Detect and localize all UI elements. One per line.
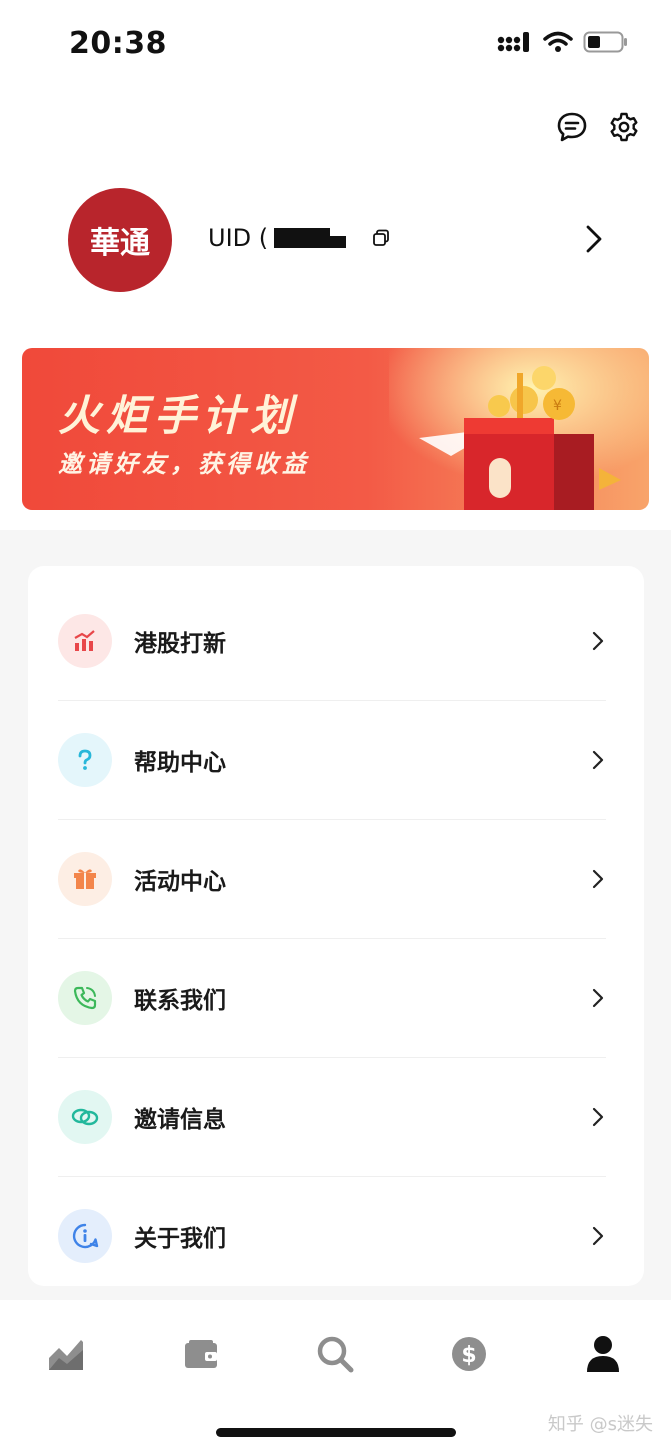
menu-label-invite: 邀请信息 bbox=[134, 1107, 226, 1133]
gift-box-coins-illustration: ¥ bbox=[389, 348, 649, 510]
uid-label: UID ( bbox=[208, 224, 269, 252]
banner-subtitle: 邀请好友，获得收益 bbox=[58, 450, 310, 478]
cellular-signal-icon bbox=[497, 32, 529, 52]
status-icons bbox=[497, 30, 629, 54]
nav-wallet[interactable] bbox=[181, 1334, 221, 1374]
menu-item-ipo[interactable]: 港股打新 bbox=[58, 582, 608, 700]
status-bar: 20:38 bbox=[0, 0, 671, 90]
chevron-right-icon bbox=[592, 750, 604, 770]
chevron-right-icon bbox=[592, 1107, 604, 1127]
phone-icon bbox=[58, 971, 112, 1025]
uid-row[interactable]: UID ( bbox=[208, 224, 390, 252]
chevron-right-icon bbox=[592, 631, 604, 651]
profile-icon bbox=[587, 1336, 619, 1372]
nav-funds[interactable]: $ bbox=[449, 1334, 489, 1374]
chevron-right-icon bbox=[592, 1226, 604, 1246]
status-time: 20:38 bbox=[69, 26, 167, 61]
menu-label-help: 帮助中心 bbox=[134, 750, 226, 776]
gear-icon bbox=[610, 112, 638, 142]
wallet-icon bbox=[185, 1340, 217, 1368]
invite-link-icon bbox=[58, 1090, 112, 1144]
home-indicator bbox=[216, 1428, 456, 1437]
ipo-chart-icon bbox=[58, 614, 112, 668]
svg-text:$: $ bbox=[461, 1343, 476, 1368]
menu-item-activities[interactable]: 活动中心 bbox=[58, 820, 608, 938]
menu-item-invite[interactable]: 邀请信息 bbox=[58, 1058, 608, 1176]
menu-item-about[interactable]: 关于我们 bbox=[58, 1177, 608, 1295]
battery-icon bbox=[583, 31, 627, 53]
profile-chevron-right-icon[interactable] bbox=[585, 224, 603, 254]
avatar[interactable]: 華通 bbox=[68, 188, 172, 292]
message-icon bbox=[557, 112, 587, 142]
info-icon bbox=[58, 1209, 112, 1263]
gift-icon bbox=[58, 852, 112, 906]
wifi-icon bbox=[543, 31, 573, 52]
question-icon bbox=[58, 733, 112, 787]
top-actions bbox=[555, 110, 641, 144]
menu-card: 港股打新 帮助中心 活动中心 联系我们 邀请信息 关于我们 bbox=[28, 566, 644, 1286]
nav-profile[interactable] bbox=[583, 1334, 623, 1374]
settings-button[interactable] bbox=[607, 110, 641, 144]
chevron-right-icon bbox=[592, 869, 604, 889]
message-button[interactable] bbox=[555, 110, 589, 144]
menu-label-contact: 联系我们 bbox=[134, 988, 226, 1014]
search-icon bbox=[317, 1336, 354, 1373]
menu-item-contact[interactable]: 联系我们 bbox=[58, 939, 608, 1057]
uid-redacted-value bbox=[274, 228, 349, 248]
menu-item-help[interactable]: 帮助中心 bbox=[58, 701, 608, 819]
dollar-icon: $ bbox=[452, 1337, 486, 1371]
nav-market[interactable] bbox=[46, 1334, 86, 1374]
menu-label-about: 关于我们 bbox=[134, 1226, 226, 1252]
banner-title: 火炬手计划 bbox=[58, 391, 299, 440]
watermark: 知乎 @s迷失 bbox=[547, 1414, 653, 1435]
menu-label-ipo: 港股打新 bbox=[134, 631, 226, 657]
copy-icon[interactable] bbox=[372, 229, 390, 247]
nav-search[interactable] bbox=[315, 1334, 355, 1374]
svg-text:¥: ¥ bbox=[553, 398, 562, 414]
menu-label-activities: 活动中心 bbox=[134, 869, 226, 895]
torchbearer-banner[interactable]: 火炬手计划 邀请好友，获得收益 ¥ bbox=[22, 348, 649, 510]
market-chart-icon bbox=[49, 1340, 83, 1370]
chevron-right-icon bbox=[592, 988, 604, 1008]
